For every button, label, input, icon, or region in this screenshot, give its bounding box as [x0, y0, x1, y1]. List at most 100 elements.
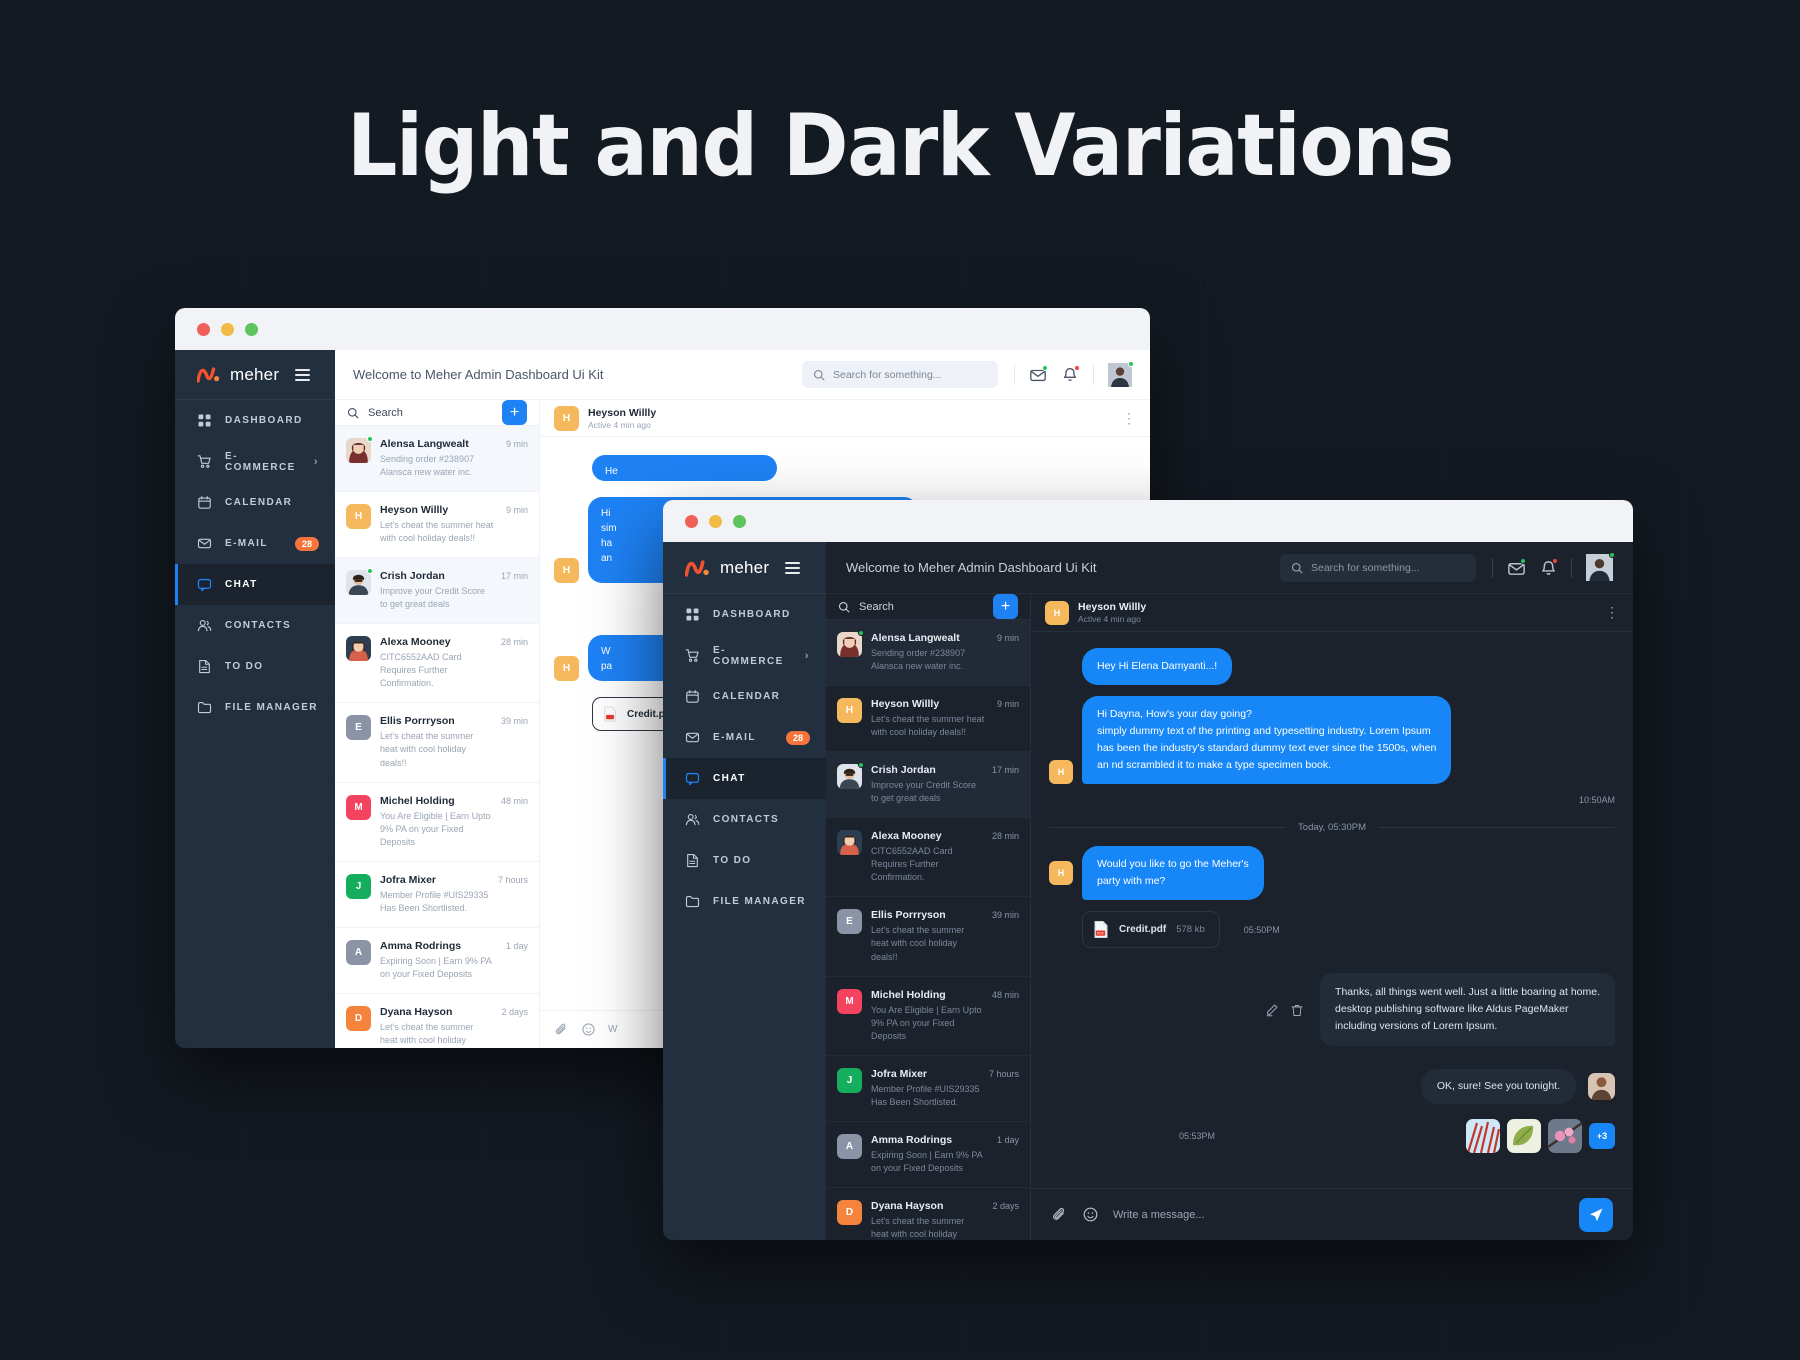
- conversation-row[interactable]: J Jofra Mixer Member Profile #UIS29335 Has…: [335, 862, 539, 928]
- sidebar-item-e-mail[interactable]: E-MAIL 28: [175, 523, 335, 564]
- notification-dot: [1074, 364, 1080, 371]
- chat-list-search[interactable]: Search +: [335, 400, 539, 426]
- trash-icon[interactable]: [1290, 1003, 1304, 1017]
- dark-nav-list: DASHBOARD E-COMMERCE › CALENDAR E-MAIL 28 CHAT…: [663, 594, 826, 922]
- message-preview: Let's cheat the summer heat with cool ho…: [380, 520, 494, 544]
- conversation-row[interactable]: J Jofra Mixer Member Profile #UIS29335 Has…: [826, 1056, 1030, 1122]
- contact-avatar: J: [837, 1067, 862, 1093]
- brand-logo[interactable]: meher: [175, 350, 335, 400]
- envelope-icon[interactable]: [1507, 557, 1526, 577]
- conversation-row[interactable]: Alexa Mooney CITC6552AAD Card Requires Fu…: [335, 624, 539, 704]
- contact-name: Jofra Mixer: [871, 1067, 928, 1080]
- sidebar-item-dashboard[interactable]: DASHBOARD: [663, 594, 826, 635]
- brand-name: meher: [230, 364, 280, 384]
- sidebar-item-chat[interactable]: CHAT: [663, 758, 826, 799]
- sidebar-item-calendar[interactable]: CALENDAR: [663, 676, 826, 717]
- kebab-menu-icon[interactable]: ⋮: [1122, 410, 1136, 425]
- conversation-row[interactable]: H Heyson Willly Let's cheat the summer hea…: [335, 492, 539, 559]
- sidebar-item-dashboard[interactable]: DASHBOARD: [175, 400, 335, 441]
- dark-composer: Write a message...: [1031, 1188, 1633, 1240]
- avatar[interactable]: [1586, 552, 1615, 581]
- conversation-row[interactable]: Alensa Langwealt Sending order #238907 Al…: [826, 620, 1030, 687]
- paperclip-icon[interactable]: [554, 1022, 569, 1037]
- contact-name: Heyson Willly: [871, 698, 940, 711]
- sidebar-badge: 28: [785, 730, 810, 745]
- envelope-icon[interactable]: [1029, 364, 1048, 384]
- message-input-placeholder[interactable]: W: [608, 1024, 617, 1035]
- brand-logo[interactable]: meher: [663, 542, 826, 594]
- sidebar-item-label: E-MAIL: [713, 732, 756, 743]
- thread-contact-name: Heyson Willly: [588, 406, 657, 419]
- attachment-chip[interactable]: PDF Credit.pdf 578 kb: [1082, 911, 1220, 948]
- conversation-row[interactable]: E Ellis Porrryson Let's cheat the summer h…: [826, 897, 1030, 977]
- conversation-row[interactable]: H Heyson Willly Let's cheat the summer hea…: [826, 686, 1030, 753]
- edit-pencil-icon[interactable]: [1265, 1003, 1279, 1017]
- close-window-dot[interactable]: [685, 514, 698, 528]
- smiley-icon[interactable]: [1082, 1206, 1099, 1223]
- paperclip-icon[interactable]: [1051, 1206, 1068, 1223]
- chat-list-search[interactable]: Search +: [826, 594, 1030, 620]
- conversation-row[interactable]: M Michel Holding You Are Eligible | Earn U…: [335, 783, 539, 862]
- sidebar-item-e-commerce[interactable]: E-COMMERCE ›: [175, 441, 335, 482]
- red-grass-photo[interactable]: [1466, 1119, 1500, 1153]
- message-preview: Sending order #238907 Alansca new water …: [380, 454, 475, 478]
- send-button[interactable]: [1579, 1197, 1613, 1232]
- sidebar-item-chat[interactable]: CHAT: [175, 564, 335, 605]
- sidebar-item-contacts[interactable]: CONTACTS: [663, 799, 826, 840]
- search-input[interactable]: Search for something...: [802, 361, 998, 388]
- hamburger-icon[interactable]: [295, 368, 311, 381]
- sidebar-item-to-do[interactable]: TO DO: [175, 646, 335, 687]
- message-line: simply dummy text of the printing and ty…: [1097, 725, 1431, 737]
- sidebar-item-e-commerce[interactable]: E-COMMERCE ›: [663, 635, 826, 676]
- more-images-badge[interactable]: +3: [1589, 1123, 1615, 1149]
- contact-avatar: H: [837, 698, 862, 724]
- conversation-row[interactable]: Alensa Langwealt Sending order #238907 Al…: [335, 426, 539, 493]
- message-preview: Improve your Credit Score to get great d…: [380, 586, 486, 610]
- sidebar-item-contacts[interactable]: CONTACTS: [175, 605, 335, 646]
- contact-avatar: D: [346, 1005, 371, 1031]
- green-leaf-photo[interactable]: [1507, 1119, 1541, 1153]
- chevron-right-icon: ›: [313, 455, 319, 468]
- pink-blossom-photo[interactable]: [1548, 1119, 1582, 1153]
- sidebar-item-to-do[interactable]: TO DO: [663, 840, 826, 881]
- new-chat-button[interactable]: +: [993, 594, 1018, 619]
- bell-icon[interactable]: [1539, 557, 1558, 577]
- message-time: 28 min: [500, 637, 528, 648]
- maximize-window-dot[interactable]: [733, 514, 746, 528]
- search-input[interactable]: Search for something...: [1280, 553, 1476, 582]
- sidebar-item-file-manager[interactable]: FILE MANAGER: [663, 881, 826, 922]
- conversation-row[interactable]: Alexa Mooney CITC6552AAD Card Requires Fu…: [826, 818, 1030, 898]
- message-preview: Let's cheat the summer heat with cool ho…: [380, 1021, 474, 1048]
- sidebar-item-file-manager[interactable]: FILE MANAGER: [175, 687, 335, 728]
- conversation-row[interactable]: E Ellis Porrryson Let's cheat the summer h…: [335, 703, 539, 783]
- sidebar-item-label: TO DO: [713, 855, 752, 866]
- contact-avatar: A: [346, 939, 371, 965]
- conversation-row[interactable]: D Dyana Hayson Let's cheat the summer heat…: [826, 1188, 1030, 1240]
- kebab-menu-icon[interactable]: ⋮: [1605, 605, 1619, 620]
- avatar[interactable]: [1108, 360, 1134, 387]
- message-row: H Would you like to go the Meher's party…: [1049, 846, 1615, 900]
- sidebar-item-e-mail[interactable]: E-MAIL 28: [663, 717, 826, 758]
- conversation-row[interactable]: Crish Jordan Improve your Credit Score to…: [335, 558, 539, 625]
- smiley-icon[interactable]: [581, 1022, 596, 1037]
- close-window-dot[interactable]: [197, 322, 210, 336]
- sidebar-item-calendar[interactable]: CALENDAR: [175, 482, 335, 523]
- maximize-window-dot[interactable]: [245, 322, 258, 336]
- minimize-window-dot[interactable]: [709, 514, 722, 528]
- conversation-row[interactable]: D Dyana Hayson Let's cheat the summer heat…: [335, 994, 539, 1048]
- minimize-window-dot[interactable]: [221, 322, 234, 336]
- hamburger-icon[interactable]: [785, 561, 801, 574]
- bell-icon[interactable]: [1061, 364, 1080, 384]
- conversation-row[interactable]: A Amma Rodrings Expiring Soon | Earn 9% PA…: [826, 1122, 1030, 1188]
- conversation-row[interactable]: Crish Jordan Improve your Credit Score to…: [826, 752, 1030, 819]
- message-time: 7 hours: [497, 874, 528, 885]
- message-time: 2 days: [501, 1006, 528, 1017]
- meher-logo-icon: [685, 559, 711, 577]
- conversation-row[interactable]: M Michel Holding You Are Eligible | Earn U…: [826, 977, 1030, 1056]
- conversation-row[interactable]: A Amma Rodrings Expiring Soon | Earn 9% PA…: [335, 928, 539, 994]
- thread-avatar: H: [1045, 600, 1069, 625]
- message-input[interactable]: Write a message...: [1113, 1209, 1205, 1221]
- chat-icon: [197, 577, 212, 592]
- new-chat-button[interactable]: +: [502, 400, 527, 425]
- dark-window-titlebar: [663, 500, 1633, 542]
